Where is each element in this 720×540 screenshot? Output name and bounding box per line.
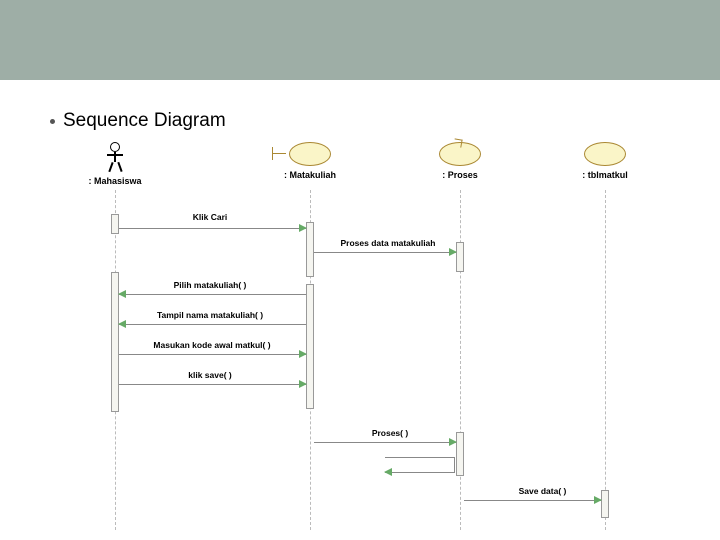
message-arrow bbox=[119, 354, 306, 355]
entity-icon bbox=[584, 142, 626, 166]
message-arrow bbox=[119, 384, 306, 385]
message-label: klik save( ) bbox=[155, 370, 265, 380]
activation-bar bbox=[306, 284, 314, 409]
object-matakuliah: : Matakuliah bbox=[265, 142, 355, 180]
actor-label: : Mahasiswa bbox=[80, 176, 150, 186]
message-arrow bbox=[119, 228, 306, 229]
message-label: Proses( ) bbox=[350, 428, 430, 438]
message-label: Pilih matakuliah( ) bbox=[135, 280, 285, 290]
activation-bar bbox=[456, 432, 464, 476]
sequence-diagram: : Mahasiswa : Matakuliah : Proses : tblm… bbox=[50, 142, 670, 532]
object-label: : tblmatkul bbox=[565, 170, 645, 180]
self-message-arrow bbox=[385, 457, 455, 473]
object-label: : Matakuliah bbox=[265, 170, 355, 180]
actor-icon bbox=[105, 142, 125, 172]
message-label: Tampil nama matakuliah( ) bbox=[125, 310, 295, 320]
slide-topbar bbox=[0, 0, 720, 80]
activation-bar bbox=[111, 214, 119, 234]
boundary-icon bbox=[289, 142, 331, 166]
bullet-dot bbox=[50, 119, 55, 124]
object-proses: : Proses bbox=[425, 142, 495, 180]
actor-mahasiswa: : Mahasiswa bbox=[80, 142, 150, 186]
heading: Sequence Diagram bbox=[63, 110, 226, 132]
activation-bar bbox=[456, 242, 464, 272]
message-label: Masukan kode awal matkul( ) bbox=[122, 340, 302, 350]
message-arrow bbox=[119, 294, 306, 295]
message-arrow bbox=[464, 500, 601, 501]
message-arrow bbox=[314, 442, 456, 443]
activation-bar bbox=[601, 490, 609, 518]
object-tblmatkul: : tblmatkul bbox=[565, 142, 645, 180]
content-area: Sequence Diagram : Mahasiswa : Matakulia… bbox=[0, 80, 720, 532]
message-arrow bbox=[314, 252, 456, 253]
message-arrow bbox=[119, 324, 306, 325]
activation-bar bbox=[306, 222, 314, 277]
message-label: Save data( ) bbox=[495, 486, 590, 496]
message-label: Klik Cari bbox=[150, 212, 270, 222]
lifeline-tblmatkul bbox=[605, 190, 606, 530]
bullet-line: Sequence Diagram bbox=[50, 110, 670, 132]
control-icon bbox=[439, 142, 481, 166]
lifeline-proses bbox=[460, 190, 461, 530]
message-label: Proses data matakuliah bbox=[328, 238, 448, 248]
object-label: : Proses bbox=[425, 170, 495, 180]
